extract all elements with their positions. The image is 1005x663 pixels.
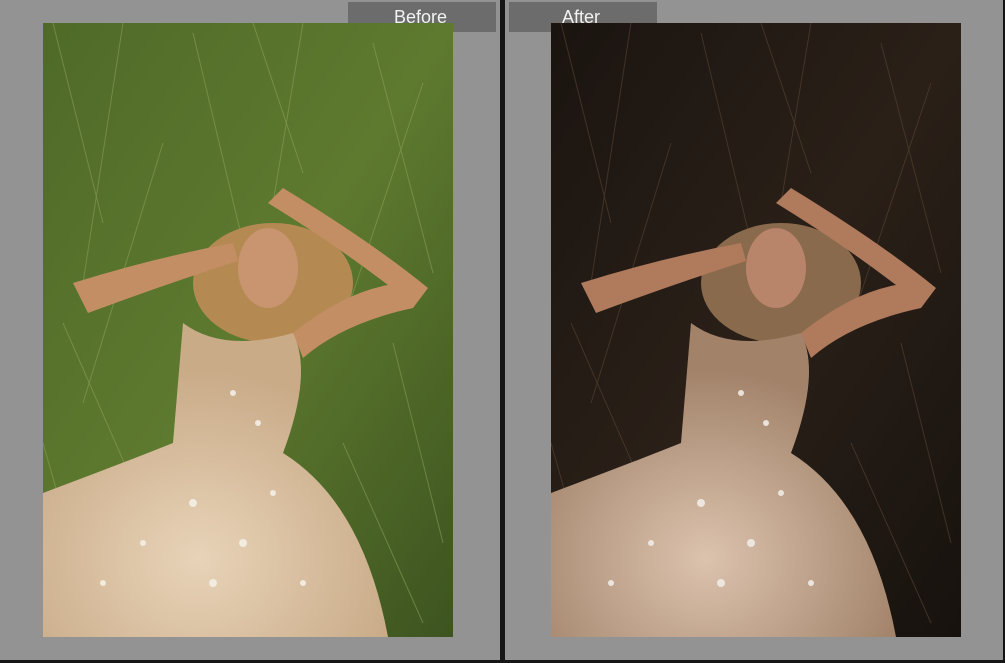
after-pane: After	[505, 0, 1003, 660]
before-photo-image	[43, 23, 453, 637]
after-photo-image	[551, 23, 961, 637]
before-pane: Before	[0, 0, 500, 660]
before-photo[interactable]	[43, 23, 453, 637]
after-photo[interactable]	[551, 23, 961, 637]
